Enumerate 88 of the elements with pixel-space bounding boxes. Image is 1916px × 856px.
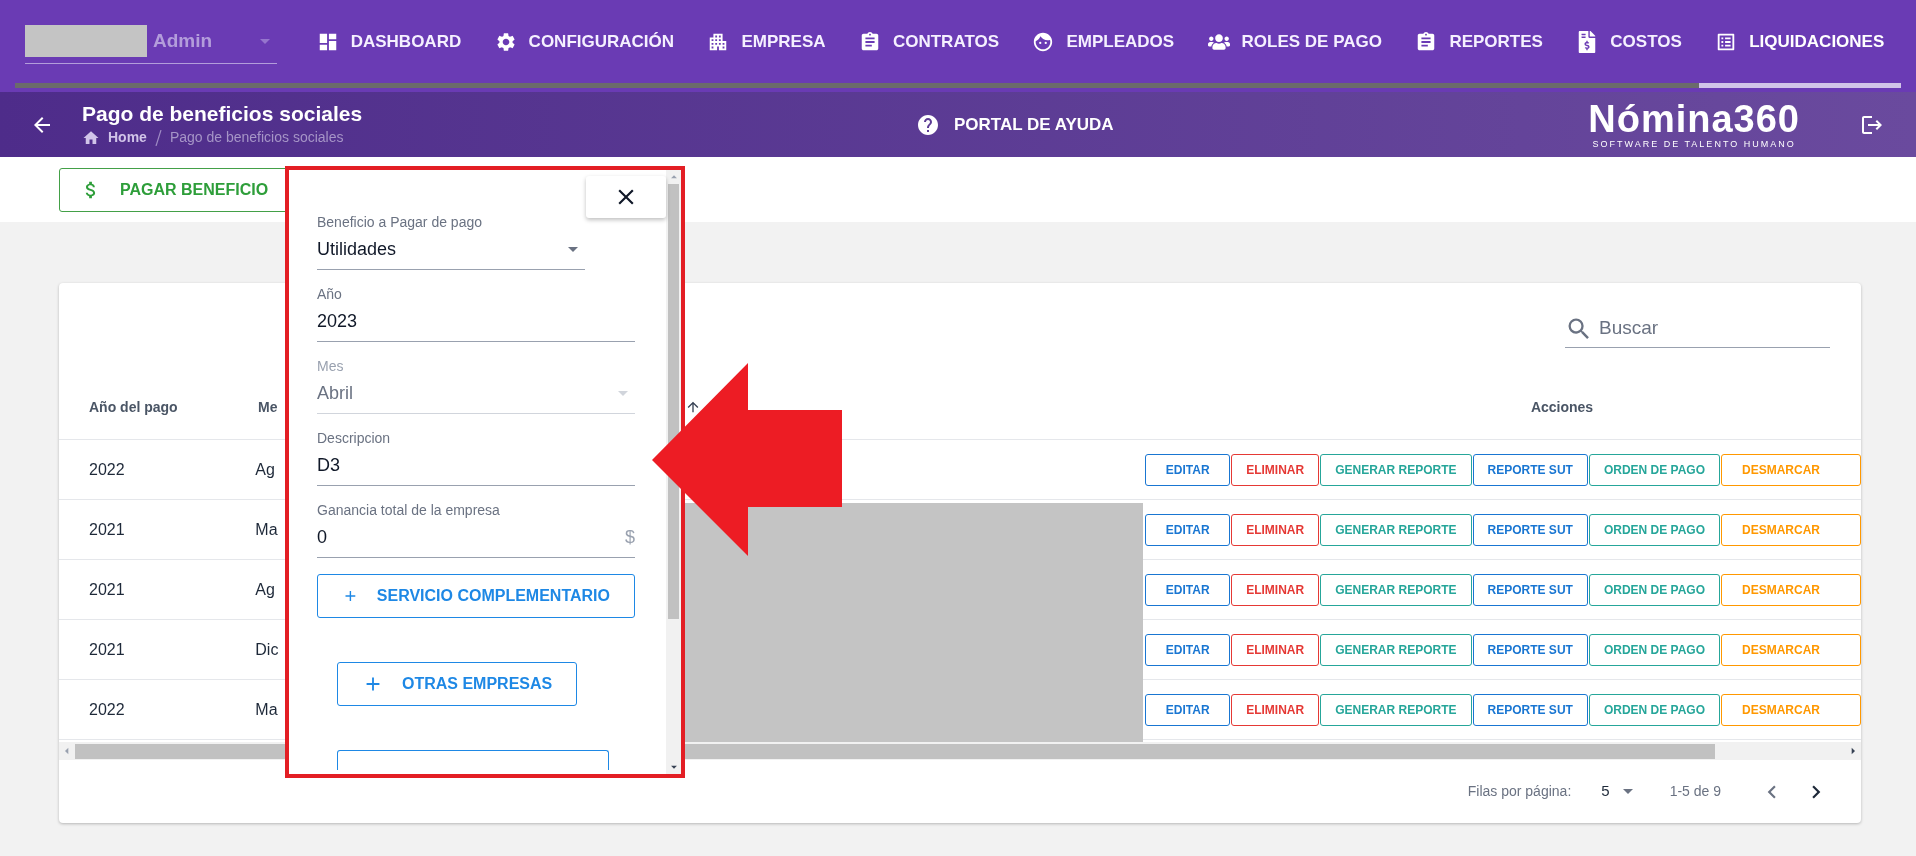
table-cell-text: 2021 xyxy=(88,579,126,600)
field-label: Mes xyxy=(317,357,345,376)
action-button[interactable]: ORDEN DE PAGO xyxy=(1588,513,1720,546)
vertical-scrollbar[interactable] xyxy=(666,170,681,774)
field-label: Ganancia total de la empresa xyxy=(317,501,501,520)
table-cell: Ag xyxy=(255,460,275,478)
scrollbar-thumb[interactable] xyxy=(668,184,679,619)
action-button[interactable]: REPORTE SUT xyxy=(1472,453,1588,486)
page-range: 1-5 de 9 xyxy=(1669,782,1721,801)
outlined-add-button[interactable]: OTRAS EMPRESAS xyxy=(337,662,578,706)
action-button[interactable]: ORDEN DE PAGO xyxy=(1588,633,1720,666)
action-button[interactable]: REPORTE SUT xyxy=(1472,573,1588,606)
dropdown-caret-icon xyxy=(568,246,578,252)
action-button[interactable]: GENERAR REPORTE xyxy=(1320,693,1472,726)
action-button[interactable]: REPORTE SUT xyxy=(1472,633,1588,666)
action-button[interactable]: EDITAR xyxy=(1145,513,1231,546)
action-button[interactable]: REPORTE SUT xyxy=(1472,693,1588,726)
column-header: Acciones xyxy=(1529,397,1595,417)
search-field[interactable]: Buscar xyxy=(1565,310,1830,348)
table-cell: Dic xyxy=(255,640,279,658)
action-button[interactable]: ORDEN DE PAGO xyxy=(1588,693,1720,726)
action-button[interactable]: GENERAR REPORTE xyxy=(1320,453,1472,486)
nav-tab[interactable]: COSTOS xyxy=(1559,0,1699,83)
logo-wordmark: Nómina360 xyxy=(1588,99,1800,139)
gear-icon xyxy=(494,30,517,53)
rows-per-page-label: Filas por página: xyxy=(1467,782,1572,801)
nav-tab[interactable]: REPORTES xyxy=(1398,0,1560,83)
dropdown-caret-icon xyxy=(260,38,270,44)
action-button[interactable]: ORDEN DE PAGO xyxy=(1588,453,1720,486)
form-field[interactable]: Ganancia total de la empresa 0 $ xyxy=(317,500,635,558)
table-cell-text: 2021 xyxy=(88,639,126,660)
sort-ascending-icon[interactable] xyxy=(685,399,701,415)
action-button[interactable]: EDITAR xyxy=(1145,633,1231,666)
field-value: 0 xyxy=(317,525,327,549)
field-label: Año xyxy=(317,285,343,304)
action-button[interactable]: REPORTE SUT xyxy=(1472,513,1588,546)
table-cell: Ag xyxy=(255,580,275,598)
nav-tab[interactable]: ROLES DE PAGO xyxy=(1190,0,1399,83)
action-button[interactable]: ELIMINAR xyxy=(1231,633,1320,666)
help-icon xyxy=(916,112,940,137)
outlined-add-button[interactable]: SERVICIO COMPLEMENTARIO xyxy=(317,574,635,618)
action-button[interactable]: GENERAR REPORTE xyxy=(1320,513,1472,546)
action-button[interactable]: ELIMINAR xyxy=(1231,693,1320,726)
breadcrumb-separator xyxy=(154,129,162,146)
help-link[interactable]: PORTAL DE AYUDA xyxy=(916,111,1114,138)
field-value: 2023 xyxy=(317,309,358,333)
table-cell-text: 2021 xyxy=(88,519,126,540)
table-cell-text: 2022 xyxy=(88,459,126,480)
table-cell: Ma xyxy=(255,520,278,538)
partial-outlined-button[interactable] xyxy=(337,750,609,770)
field-value: D3 xyxy=(317,453,340,477)
column-header[interactable]: Año del pago xyxy=(59,396,258,418)
table-cell: Ma xyxy=(255,700,278,718)
form-field[interactable]: Beneficio a Pagar de pago Utilidades xyxy=(317,212,585,270)
logo-tagline: SOFTWARE DE TALENTO HUMANO xyxy=(1592,139,1796,150)
field-value: Abril xyxy=(317,381,353,405)
rows-per-page-select[interactable]: 5 xyxy=(1601,780,1640,803)
nav-tab[interactable]: CONTRATOS xyxy=(842,0,1016,83)
action-button[interactable]: GENERAR REPORTE xyxy=(1320,573,1472,606)
action-button[interactable]: GENERAR REPORTE xyxy=(1320,633,1472,666)
currency-suffix: $ xyxy=(625,525,635,549)
form-field[interactable]: Año 2023 xyxy=(317,284,635,342)
action-button[interactable]: EDITAR xyxy=(1145,573,1231,606)
nav-tab[interactable]: EMPLEADOS xyxy=(1015,0,1191,83)
table-cell-text: 2022 xyxy=(88,699,126,720)
action-button[interactable]: EDITAR xyxy=(1145,453,1231,486)
field-value: Utilidades xyxy=(317,237,397,261)
breadcrumb-current: Pago de beneficios sociales xyxy=(169,128,344,147)
form-field[interactable]: Descripcion D3 xyxy=(317,428,635,486)
action-button[interactable]: ELIMINAR xyxy=(1231,573,1320,606)
dropdown-caret-icon xyxy=(618,390,628,396)
field-label: Descripcion xyxy=(317,429,392,448)
action-button[interactable]: ELIMINAR xyxy=(1231,453,1320,486)
dropdown-caret-icon xyxy=(1622,789,1633,794)
action-button[interactable]: ORDEN DE PAGO xyxy=(1588,573,1720,606)
action-button[interactable]: EDITAR xyxy=(1145,693,1231,726)
action-button[interactable]: ELIMINAR xyxy=(1231,513,1320,546)
page-title: Pago de beneficios sociales xyxy=(82,101,364,127)
nav-tab[interactable]: CONFIGURACIÓN xyxy=(477,0,691,83)
face-icon xyxy=(1032,30,1055,53)
user-selector[interactable]: Admin xyxy=(25,19,277,64)
close-button[interactable] xyxy=(586,176,666,218)
field-label: Beneficio a Pagar de pago xyxy=(317,213,483,232)
nav-tab[interactable]: LIQUIDACIONES xyxy=(1698,0,1901,83)
nav-tab[interactable]: DASHBOARD xyxy=(300,0,478,83)
nav-tab[interactable]: EMPRESA xyxy=(690,0,843,83)
breadcrumb-link[interactable]: Home xyxy=(108,127,147,148)
user-role: Admin xyxy=(153,28,214,53)
